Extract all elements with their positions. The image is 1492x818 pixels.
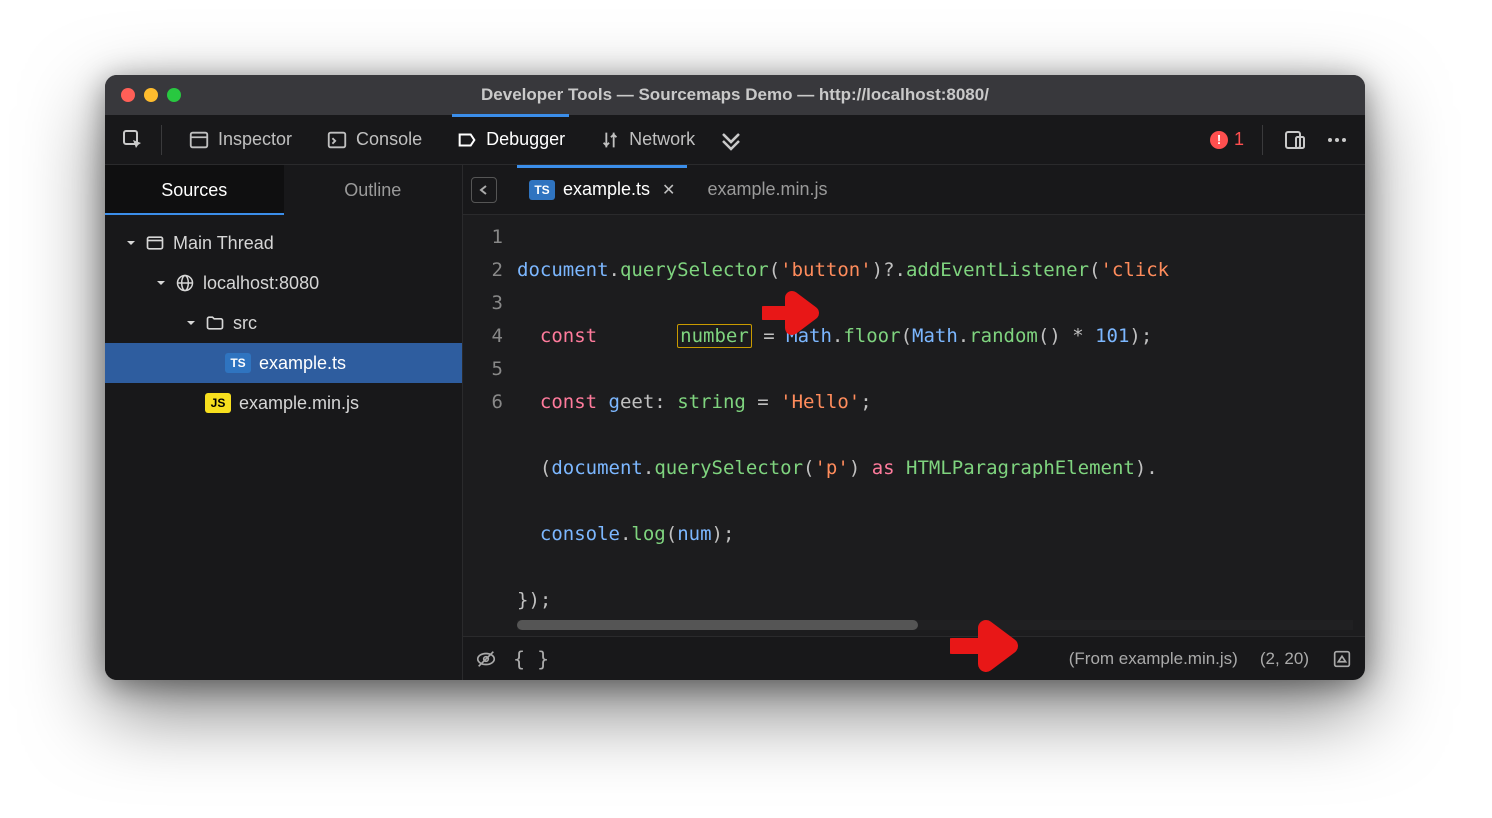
- tab-label: Console: [356, 129, 422, 150]
- tree-label: example.min.js: [239, 393, 359, 414]
- line-number: 2: [463, 254, 503, 287]
- tab-label: Sources: [161, 180, 227, 201]
- tab-label: Debugger: [486, 129, 565, 150]
- network-icon: [599, 129, 621, 151]
- window-icon: [145, 233, 165, 253]
- tab-label: Outline: [344, 180, 401, 201]
- tree-label: src: [233, 313, 257, 334]
- editor-tabs: TS example.ts ✕ example.min.js: [463, 165, 1365, 215]
- editor-tab-example-min-js[interactable]: example.min.js: [695, 165, 839, 215]
- tree-folder-src[interactable]: src: [105, 303, 462, 343]
- tab-console[interactable]: Console: [314, 115, 434, 165]
- sources-panel: Sources Outline Main Thread: [105, 165, 463, 680]
- code-line: });: [517, 584, 1365, 617]
- window-title: Developer Tools — Sourcemaps Demo — http…: [105, 85, 1365, 105]
- editor-tab-label: example.ts: [563, 179, 650, 200]
- tab-sources[interactable]: Sources: [105, 165, 284, 215]
- inspector-icon: [188, 129, 210, 151]
- editor-pane: TS example.ts ✕ example.min.js 1 2 3 4 5…: [463, 165, 1365, 680]
- js-badge-icon: JS: [205, 393, 231, 413]
- tree-file-example-ts[interactable]: TS example.ts: [105, 343, 462, 383]
- folder-icon: [205, 313, 225, 333]
- tree-file-example-min-js[interactable]: JS example.min.js: [105, 383, 462, 423]
- editor-tab-label: example.min.js: [707, 179, 827, 200]
- map-scopes-icon[interactable]: [1331, 648, 1353, 670]
- code-line: document.querySelector('button')?.addEve…: [517, 254, 1365, 287]
- chevron-down-icon: [125, 237, 137, 249]
- responsive-mode-icon[interactable]: [1281, 126, 1309, 154]
- line-number: 1: [463, 221, 503, 254]
- line-number: 4: [463, 320, 503, 353]
- editor-status-bar: { } (From example.min.js) (2, 20): [463, 636, 1365, 680]
- code-line: const geet: string = 'Hello';: [517, 386, 1365, 419]
- line-number: 6: [463, 386, 503, 419]
- window-controls: [121, 88, 181, 102]
- line-gutter: 1 2 3 4 5 6: [463, 215, 517, 636]
- tree-label: example.ts: [259, 353, 346, 374]
- line-number: 3: [463, 287, 503, 320]
- debugger-icon: [456, 129, 478, 151]
- tab-label: Network: [629, 129, 695, 150]
- cursor-position: (2, 20): [1260, 649, 1309, 669]
- tab-debugger[interactable]: Debugger: [444, 115, 577, 165]
- editor-tab-example-ts[interactable]: TS example.ts ✕: [517, 165, 687, 215]
- close-tab-icon[interactable]: ✕: [662, 180, 675, 200]
- chevron-down-icon: [155, 277, 167, 289]
- code-line: const number = Math.floor(Math.random() …: [517, 320, 1365, 353]
- minimize-window-button[interactable]: [144, 88, 158, 102]
- pretty-print-icon[interactable]: { }: [513, 647, 549, 671]
- horizontal-scrollbar[interactable]: [517, 620, 1353, 630]
- kebab-menu-icon[interactable]: [1323, 126, 1351, 154]
- titlebar: Developer Tools — Sourcemaps Demo — http…: [105, 75, 1365, 115]
- code-line: console.log(num);: [517, 518, 1365, 551]
- console-icon: [326, 129, 348, 151]
- toggle-sidebar-icon[interactable]: [471, 177, 497, 203]
- devtools-window: Developer Tools — Sourcemaps Demo — http…: [105, 75, 1365, 680]
- code-line: (document.querySelector('p') as HTMLPara…: [517, 452, 1365, 485]
- overflow-toolbar-icon[interactable]: [717, 126, 745, 154]
- tree-label: Main Thread: [173, 233, 274, 254]
- devtools-toolbar: Inspector Console Debugger Network: [105, 115, 1365, 165]
- body-area: Sources Outline Main Thread: [105, 165, 1365, 680]
- scrollbar-thumb[interactable]: [517, 620, 918, 630]
- tab-network[interactable]: Network: [587, 115, 707, 165]
- error-count: 1: [1234, 129, 1244, 150]
- tree-main-thread[interactable]: Main Thread: [105, 223, 462, 263]
- maximize-window-button[interactable]: [167, 88, 181, 102]
- separator: [161, 125, 162, 155]
- sidebar-tabs: Sources Outline: [105, 165, 462, 215]
- code-editor[interactable]: 1 2 3 4 5 6 document.querySelector('butt…: [463, 215, 1365, 636]
- line-number: 5: [463, 353, 503, 386]
- chevron-down-icon: [185, 317, 197, 329]
- sourcemap-origin: (From example.min.js): [1069, 649, 1238, 669]
- tree-label: localhost:8080: [203, 273, 319, 294]
- globe-icon: [175, 273, 195, 293]
- source-tree: Main Thread localhost:8080: [105, 215, 462, 431]
- blackbox-icon[interactable]: [475, 648, 497, 670]
- tab-label: Inspector: [218, 129, 292, 150]
- tab-outline[interactable]: Outline: [284, 165, 463, 215]
- ts-badge-icon: TS: [225, 353, 251, 373]
- tree-host[interactable]: localhost:8080: [105, 263, 462, 303]
- highlighted-token: number: [677, 324, 752, 348]
- close-window-button[interactable]: [121, 88, 135, 102]
- separator: [1262, 125, 1263, 155]
- ts-badge-icon: TS: [529, 180, 555, 200]
- error-count-badge[interactable]: ! 1: [1210, 129, 1244, 150]
- element-picker-icon[interactable]: [119, 126, 147, 154]
- code-lines: document.querySelector('button')?.addEve…: [517, 215, 1365, 636]
- error-icon: !: [1210, 131, 1228, 149]
- tab-inspector[interactable]: Inspector: [176, 115, 304, 165]
